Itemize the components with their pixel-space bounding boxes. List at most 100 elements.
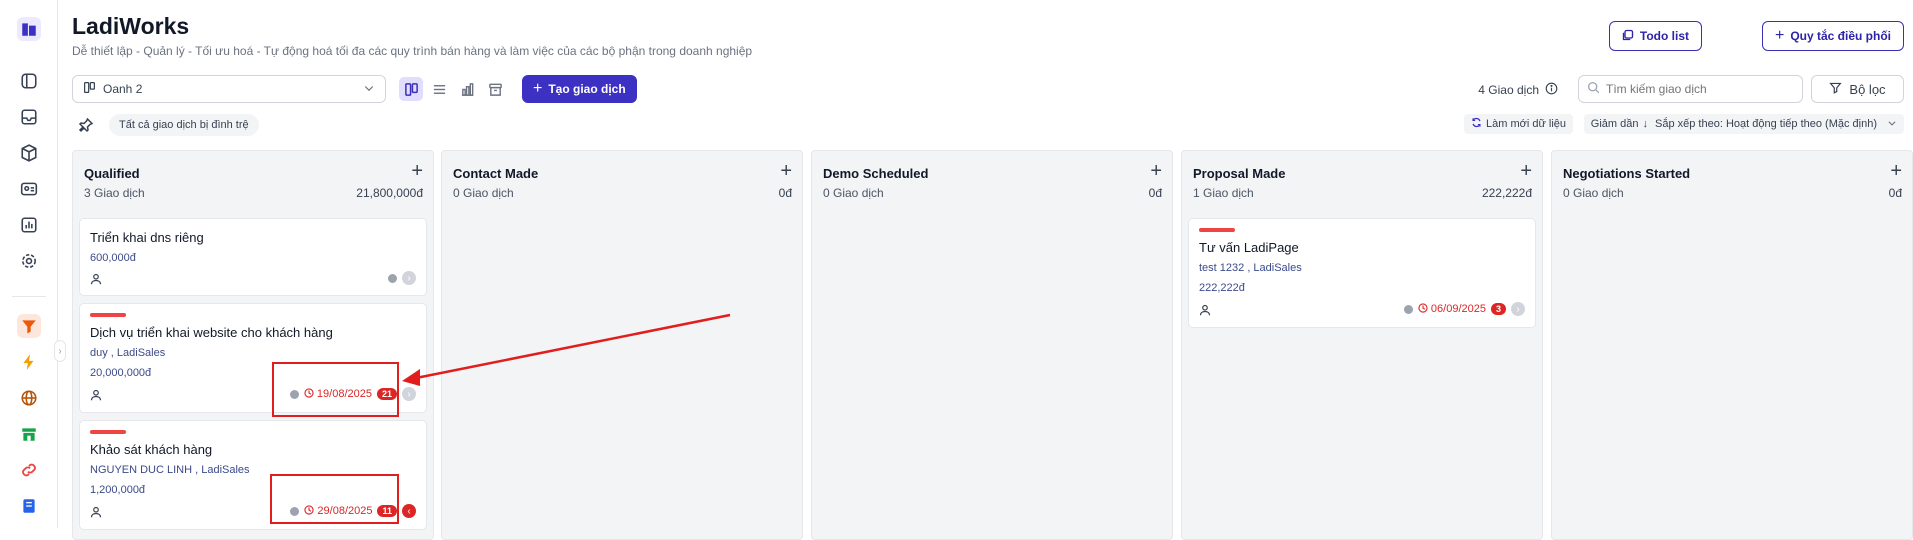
deal-title: Khảo sát khách hàng — [90, 442, 213, 457]
column-deal-count: 0 Giao dịch — [453, 186, 514, 200]
stalled-deals-chip[interactable]: Tất cả giao dịch bị đình trệ — [109, 114, 259, 136]
column-title: Qualified — [84, 166, 140, 181]
status-dot — [1403, 304, 1413, 314]
deal-contact: NGUYEN DUC LINH , LadiSales — [90, 464, 250, 476]
chart-view-button[interactable] — [455, 77, 479, 101]
column-total: 222,222đ — [1481, 186, 1532, 200]
info-icon[interactable] — [1545, 82, 1558, 98]
user-icon — [1199, 303, 1211, 316]
book-icon[interactable] — [17, 494, 41, 518]
refresh-label: Làm mới dữ liệu — [1486, 118, 1566, 130]
contact-card-icon[interactable] — [17, 177, 41, 201]
archive-view-button[interactable] — [483, 77, 507, 101]
todo-icon — [1622, 29, 1634, 44]
column-title: Demo Scheduled — [823, 166, 929, 181]
create-deal-button[interactable]: + Tạo giao dịch — [522, 75, 637, 103]
chevron-right-icon[interactable]: › — [1511, 302, 1525, 316]
refresh-data-button[interactable]: Làm mới dữ liệu — [1464, 114, 1573, 134]
deal-count-text: 4 Giao dịch — [1478, 83, 1539, 97]
pipeline-column-proposal-made: Proposal Made + 1 Giao dịch 222,222đ Tư … — [1181, 150, 1543, 540]
pipeline-select[interactable]: Oanh 2 — [72, 75, 386, 103]
user-icon — [90, 388, 102, 401]
column-deal-count: 0 Giao dịch — [1563, 186, 1624, 200]
chevron-down-icon — [363, 82, 375, 97]
pin-icon[interactable] — [78, 117, 94, 133]
deal-search[interactable] — [1578, 75, 1803, 103]
building-icon[interactable] — [17, 17, 41, 41]
deal-meta: 06/09/2025 3 › — [1403, 302, 1525, 316]
sidebar: › — [0, 0, 66, 528]
add-deal-icon[interactable]: + — [780, 161, 792, 181]
page-title: LadiWorks — [72, 13, 190, 39]
annotation-arrow — [402, 313, 731, 386]
chevron-right-icon[interactable]: › — [402, 271, 416, 285]
create-deal-label: Tạo giao dịch — [548, 82, 626, 96]
deal-amount: 20,000,000đ — [90, 367, 152, 379]
filter-icon — [1829, 81, 1843, 97]
deal-count: 4 Giao dịch — [1478, 82, 1558, 98]
column-total: 0đ — [778, 186, 792, 200]
column-title: Negotiations Started — [1563, 166, 1691, 181]
user-icon — [90, 272, 102, 285]
view-switcher — [399, 76, 507, 102]
column-total: 0đ — [1888, 186, 1902, 200]
link-icon[interactable] — [17, 458, 41, 482]
plus-icon: + — [533, 80, 543, 97]
page-subtitle: Dễ thiết lập - Quản lý - Tối ưu hoá - Tự… — [72, 44, 753, 58]
filter-label: Bộ lọc — [1849, 81, 1886, 97]
clock-icon — [1418, 302, 1428, 316]
deal-card[interactable]: Triển khai dns riêng 600,000đ › — [79, 218, 427, 296]
inbox-icon[interactable] — [17, 105, 41, 129]
list-view-button[interactable] — [427, 77, 451, 101]
sort-direction-button[interactable]: Giảm dần ↓ — [1583, 114, 1655, 134]
add-deal-icon[interactable]: + — [411, 161, 423, 181]
deal-card[interactable]: Tư vấn LadiPage test 1232 , LadiSales 22… — [1188, 218, 1536, 328]
todo-list-label: Todo list — [1639, 29, 1689, 43]
deal-amount: 1,200,000đ — [90, 484, 146, 496]
globe-icon[interactable] — [17, 386, 41, 410]
annotation-highlight-box — [272, 362, 399, 417]
dispatch-rules-button[interactable]: + Quy tắc điều phối — [1761, 21, 1904, 51]
search-icon — [1587, 81, 1600, 97]
plus-icon: + — [1774, 27, 1785, 44]
add-deal-icon[interactable]: + — [1890, 161, 1902, 181]
add-deal-icon[interactable]: + — [1520, 161, 1532, 181]
deal-title: Triển khai dns riêng — [90, 230, 204, 245]
pipeline-column-demo-scheduled: Demo Scheduled + 0 Giao dịch 0đ — [811, 150, 1173, 540]
status-dot — [388, 273, 397, 283]
kanban-view-button[interactable] — [399, 77, 423, 101]
deal-contact: test 1232 , LadiSales — [1199, 262, 1302, 274]
annotation-highlight-box — [270, 474, 399, 524]
column-deal-count: 1 Giao dịch — [1193, 186, 1254, 200]
store-icon[interactable] — [17, 422, 41, 446]
column-deal-count: 0 Giao dịch — [823, 186, 884, 200]
pipeline-icon — [83, 81, 96, 97]
deal-amount: 222,222đ — [1199, 282, 1245, 294]
bolt-icon[interactable] — [17, 350, 41, 374]
chevron-down-icon — [1887, 118, 1897, 131]
sort-by-select[interactable]: Sắp xếp theo: Hoạt động tiếp theo (Mặc đ… — [1648, 114, 1904, 134]
column-total: 0đ — [1148, 186, 1162, 200]
sort-direction-label: Giảm dần — [1590, 118, 1639, 130]
settings-icon[interactable] — [17, 249, 41, 273]
layout-icon[interactable] — [17, 69, 41, 93]
todo-list-button[interactable]: Todo list — [1608, 21, 1702, 51]
main-area: LadiWorks Dễ thiết lập - Quản lý - Tối ư… — [58, 0, 1913, 540]
search-input[interactable] — [1606, 82, 1786, 96]
funnel-icon[interactable] — [17, 314, 41, 338]
deal-meta: › — [388, 271, 416, 285]
column-total: 21,800,000đ — [356, 186, 423, 200]
sort-by-label: Sắp xếp theo: Hoạt động tiếp theo (Mặc đ… — [1655, 118, 1877, 130]
add-deal-icon[interactable]: + — [1150, 161, 1162, 181]
sidebar-divider — [12, 296, 46, 297]
box-icon[interactable] — [17, 141, 41, 165]
label-tag — [90, 430, 126, 434]
label-tag — [90, 313, 126, 317]
column-title: Proposal Made — [1193, 166, 1286, 181]
chevron-left-icon[interactable]: ‹ — [402, 504, 416, 518]
report-icon[interactable] — [17, 213, 41, 237]
deal-contact: duy , LadiSales — [90, 347, 166, 359]
filter-button[interactable]: Bộ lọc — [1811, 75, 1904, 103]
overdue-badge: 3 — [1490, 303, 1506, 315]
user-icon — [90, 505, 102, 518]
